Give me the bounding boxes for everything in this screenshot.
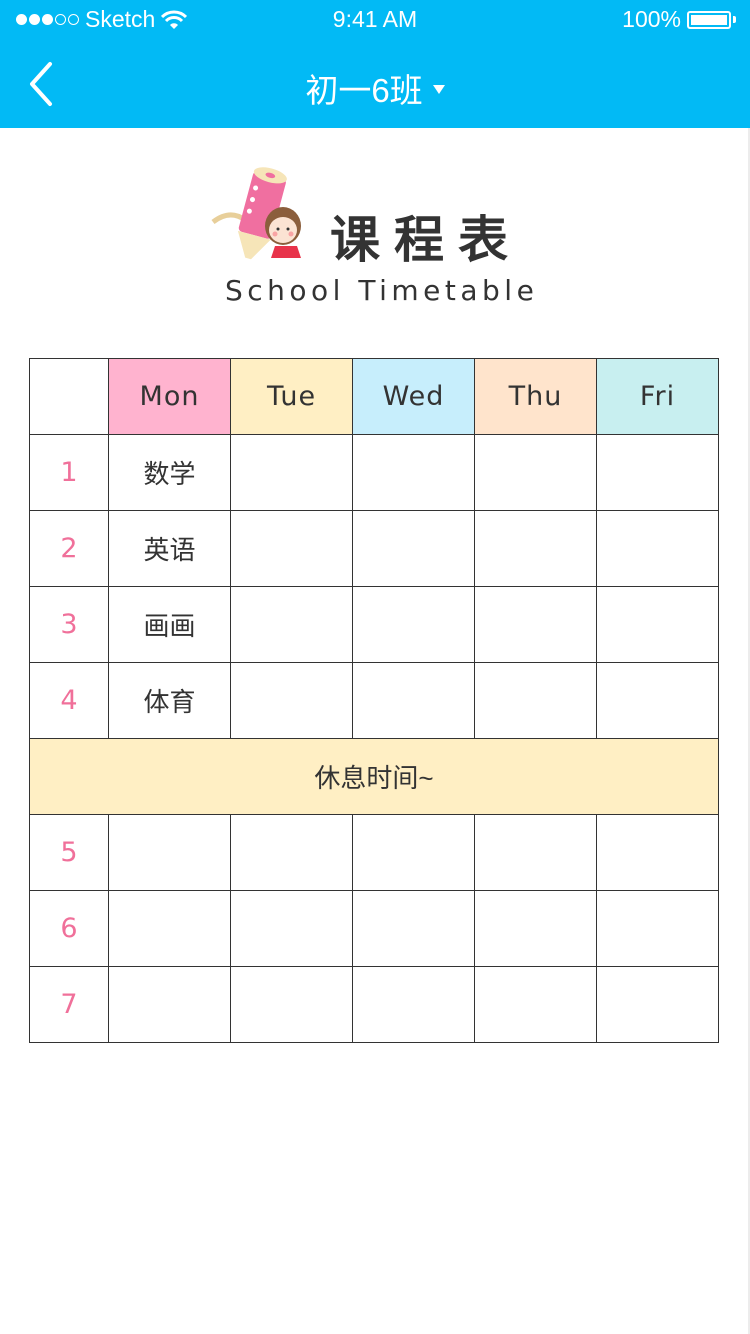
class-cell[interactable]	[596, 966, 719, 1043]
period-number: 4	[29, 662, 109, 739]
class-cell[interactable]	[230, 890, 353, 967]
caret-down-icon	[432, 84, 445, 94]
period-row: 5	[29, 814, 719, 891]
status-right: 100%	[622, 6, 736, 33]
class-cell[interactable]	[596, 586, 719, 663]
logo-title: 课程表	[330, 211, 522, 269]
period-row: 6	[29, 890, 719, 967]
class-cell[interactable]	[596, 510, 719, 587]
class-cell[interactable]	[230, 510, 353, 587]
class-cell[interactable]	[474, 510, 597, 587]
timetable: Mon Tue Wed Thu Fri 1 数学 2 英语 3 画画 4 体育	[29, 358, 719, 1043]
class-cell[interactable]	[596, 814, 719, 891]
day-header-thu: Thu	[474, 358, 597, 435]
timetable-logo: 课程表 School Timetable	[200, 162, 540, 312]
period-row: 2 英语	[29, 510, 719, 587]
day-header-mon: Mon	[108, 358, 231, 435]
class-cell[interactable]	[352, 662, 475, 739]
period-row: 1 数学	[29, 434, 719, 511]
class-cell[interactable]	[352, 510, 475, 587]
class-cell[interactable]	[230, 966, 353, 1043]
break-row: 休息时间~	[29, 738, 719, 815]
class-cell[interactable]	[474, 890, 597, 967]
battery-tip	[733, 16, 736, 23]
class-cell[interactable]	[230, 662, 353, 739]
period-row: 3 画画	[29, 586, 719, 663]
class-cell[interactable]	[474, 966, 597, 1043]
class-cell[interactable]	[474, 814, 597, 891]
class-cell[interactable]: 英语	[108, 510, 231, 587]
class-cell[interactable]	[352, 966, 475, 1043]
class-cell[interactable]	[352, 814, 475, 891]
class-cell[interactable]	[230, 814, 353, 891]
class-cell[interactable]	[108, 966, 231, 1043]
period-number: 3	[29, 586, 109, 663]
period-number: 7	[29, 966, 109, 1043]
period-row: 7	[29, 966, 719, 1043]
header: Sketch 9:41 AM 100% 初一6班	[0, 0, 750, 128]
class-cell[interactable]	[230, 586, 353, 663]
period-number: 5	[29, 814, 109, 891]
status-bar: Sketch 9:41 AM 100%	[0, 0, 750, 40]
period-row: 4 体育	[29, 662, 719, 739]
class-cell[interactable]	[474, 434, 597, 511]
battery-percent: 100%	[622, 6, 681, 32]
page-title: 初一6班	[305, 72, 423, 109]
nav-bar: 初一6班	[0, 40, 750, 128]
class-cell[interactable]: 画画	[108, 586, 231, 663]
class-cell[interactable]: 体育	[108, 662, 231, 739]
class-cell[interactable]	[596, 662, 719, 739]
day-header-fri: Fri	[596, 358, 719, 435]
class-cell[interactable]	[352, 586, 475, 663]
class-cell[interactable]	[230, 434, 353, 511]
break-time-label: 休息时间~	[29, 738, 719, 815]
class-cell[interactable]	[108, 814, 231, 891]
class-cell[interactable]	[596, 890, 719, 967]
logo-subtitle: School Timetable	[225, 274, 539, 307]
period-number: 2	[29, 510, 109, 587]
class-cell[interactable]	[352, 434, 475, 511]
corner-cell	[29, 358, 109, 435]
class-cell[interactable]: 数学	[108, 434, 231, 511]
header-row: Mon Tue Wed Thu Fri	[29, 358, 719, 435]
girl-with-pencil-illustration	[211, 167, 301, 260]
class-selector[interactable]: 初一6班	[0, 64, 750, 112]
class-cell[interactable]	[474, 662, 597, 739]
period-number: 6	[29, 890, 109, 967]
period-number: 1	[29, 434, 109, 511]
class-cell[interactable]	[352, 890, 475, 967]
day-header-wed: Wed	[352, 358, 475, 435]
class-cell[interactable]	[474, 586, 597, 663]
class-cell[interactable]	[108, 890, 231, 967]
class-cell[interactable]	[596, 434, 719, 511]
battery-icon	[687, 10, 731, 29]
day-header-tue: Tue	[230, 358, 353, 435]
